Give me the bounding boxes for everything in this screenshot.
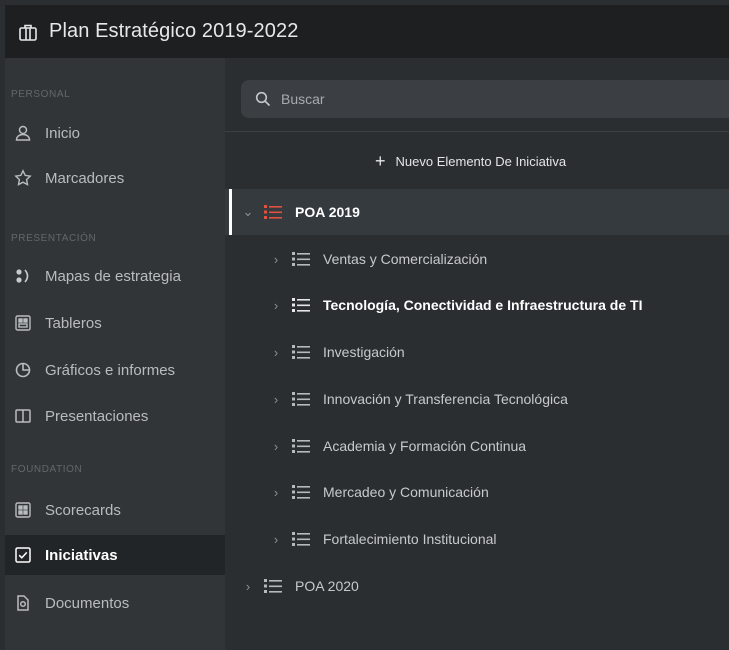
checkbox-icon	[13, 545, 33, 565]
star-icon	[13, 168, 33, 188]
tree-row-label: Investigación	[323, 344, 405, 360]
tree-row-poa-2019[interactable]: ⌄ POA 2019	[225, 189, 729, 235]
tree-row-label: Mercadeo y Comunicación	[323, 484, 489, 500]
main-content: + Nuevo Elemento De Iniciativa ⌄ POA 201…	[225, 58, 729, 650]
list-icon	[263, 577, 283, 595]
sidebar-item-label: Inicio	[45, 124, 81, 142]
chevron-right-icon[interactable]: ›	[269, 345, 283, 360]
sidebar-item-presentaciones[interactable]: Presentaciones	[5, 396, 225, 436]
selection-indicator	[229, 189, 232, 235]
tree-row-label: Academia y Formación Continua	[323, 438, 527, 454]
pie-chart-icon	[13, 360, 33, 380]
new-initiative-item-label: Nuevo Elemento De Iniciativa	[395, 153, 567, 169]
tree-row-ventas[interactable]: › Ventas y Comercialización	[225, 236, 729, 282]
sidebar-item-marcadores[interactable]: Marcadores	[5, 158, 225, 198]
user-icon	[13, 123, 33, 143]
list-icon	[291, 483, 311, 501]
tree-row-tecnologia[interactable]: › Tecnología, Conectividad e Infraestruc…	[225, 282, 729, 328]
scorecard-icon	[13, 500, 33, 520]
plus-icon: +	[375, 151, 386, 171]
sidebar-item-label: Marcadores	[45, 169, 125, 187]
sidebar-item-label: Presentaciones	[45, 407, 149, 425]
sidebar-item-inicio[interactable]: Inicio	[5, 113, 225, 153]
tree-row-label: Innovación y Transferencia Tecnológica	[323, 391, 568, 407]
tree-row-academia[interactable]: › Academia y Formación Continua	[225, 423, 729, 469]
sidebar-section-personal: PERSONAL	[11, 89, 71, 100]
sidebar-item-graficos-e-informes[interactable]: Gráficos e informes	[5, 350, 225, 390]
list-icon	[291, 343, 311, 361]
page-title: Plan Estratégico 2019-2022	[49, 20, 299, 42]
strategy-map-icon	[13, 266, 33, 286]
list-icon	[263, 203, 283, 221]
tree-row-innovacion[interactable]: › Innovación y Transferencia Tecnológica	[225, 376, 729, 422]
tree-row-fortalecimiento[interactable]: › Fortalecimiento Institucional	[225, 516, 729, 562]
document-icon	[13, 593, 33, 613]
sidebar-item-label: Gráficos e informes	[45, 361, 176, 379]
search-box	[241, 80, 729, 118]
tree-row-label: POA 2019	[295, 204, 360, 220]
chevron-right-icon[interactable]: ›	[269, 532, 283, 547]
list-icon	[291, 296, 311, 314]
list-icon	[291, 390, 311, 408]
tree-row-label: Ventas y Comercialización	[323, 251, 488, 267]
sidebar-item-label: Iniciativas	[45, 546, 118, 564]
chevron-right-icon[interactable]: ›	[269, 439, 283, 454]
tree-row-poa-2020[interactable]: › POA 2020	[225, 563, 729, 609]
dashboard-icon	[13, 313, 33, 333]
sidebar-item-label: Scorecards	[45, 501, 121, 519]
tree-row-label: Tecnología, Conectividad e Infraestructu…	[323, 297, 643, 313]
sidebar-item-scorecards[interactable]: Scorecards	[5, 490, 225, 530]
sidebar-item-documentos[interactable]: Documentos	[5, 583, 225, 623]
search-icon	[255, 91, 271, 107]
chevron-right-icon[interactable]: ›	[269, 298, 283, 313]
tree-row-label: Fortalecimiento Institucional	[323, 531, 497, 547]
divider	[225, 131, 729, 132]
list-icon	[291, 530, 311, 548]
sidebar-item-iniciativas[interactable]: Iniciativas	[5, 535, 225, 575]
sidebar-item-mapas-de-estrategia[interactable]: Mapas de estrategia	[5, 256, 225, 296]
tree-row-label: POA 2020	[295, 578, 359, 594]
list-icon	[291, 437, 311, 455]
book-icon	[13, 406, 33, 426]
app-window: Plan Estratégico 2019-2022 PERSONAL Inic…	[5, 5, 729, 650]
sidebar-item-label: Documentos	[45, 594, 130, 612]
sidebar-item-tableros[interactable]: Tableros	[5, 303, 225, 343]
sidebar-section-foundation: FOUNDATION	[11, 464, 83, 475]
sidebar-section-presentacion: PRESENTACIÓN	[11, 233, 97, 244]
chevron-right-icon[interactable]: ›	[269, 252, 283, 267]
new-initiative-item-button[interactable]: + Nuevo Elemento De Iniciativa	[375, 148, 566, 174]
chevron-right-icon[interactable]: ›	[241, 579, 255, 594]
search-input[interactable]	[279, 90, 683, 108]
app-header: Plan Estratégico 2019-2022	[5, 5, 729, 58]
briefcase-icon	[17, 21, 39, 43]
chevron-right-icon[interactable]: ›	[269, 392, 283, 407]
sidebar-item-label: Mapas de estrategia	[45, 267, 181, 285]
sidebar: PERSONAL Inicio Marcadores PRESENTACIÓN	[5, 58, 225, 650]
tree-row-mercadeo[interactable]: › Mercadeo y Comunicación	[225, 469, 729, 515]
list-icon	[291, 250, 311, 268]
chevron-down-icon[interactable]: ⌄	[241, 204, 255, 220]
sidebar-item-label: Tableros	[45, 314, 102, 332]
tree-row-investigacion[interactable]: › Investigación	[225, 329, 729, 375]
chevron-right-icon[interactable]: ›	[269, 485, 283, 500]
